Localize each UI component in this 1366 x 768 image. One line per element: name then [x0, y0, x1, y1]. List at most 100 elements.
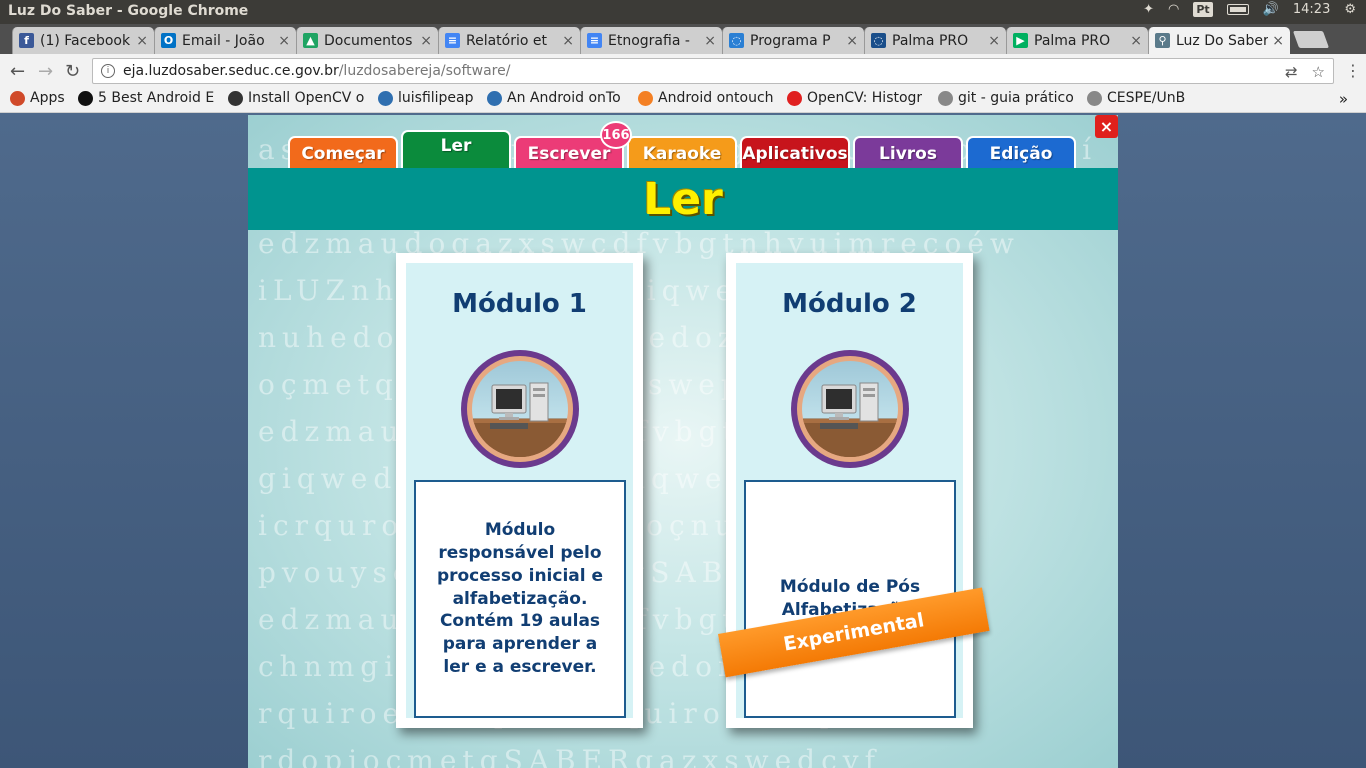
search-icon: ⚲	[1155, 33, 1170, 48]
keyboard-layout-indicator[interactable]: Pt	[1193, 2, 1213, 17]
battery-icon[interactable]	[1226, 4, 1249, 15]
bookmark-item[interactable]: luisfilipeap	[378, 90, 474, 106]
browser-tab-label: Programa P	[750, 32, 831, 49]
docs-icon: ≡	[445, 33, 460, 48]
bookmark-label: luisfilipeap	[398, 90, 474, 106]
tab-close-icon[interactable]: ×	[1130, 33, 1142, 49]
bookmark-item[interactable]: OpenCV: Histogr	[787, 90, 922, 106]
browser-tab[interactable]: O Email - João ×	[154, 27, 296, 54]
section-title: Ler	[643, 173, 723, 225]
browser-tab[interactable]: ≡ Etnografia - ×	[580, 27, 722, 54]
browser-tab[interactable]: ▶ Palma PRO ×	[1006, 27, 1148, 54]
bookmark-label: CESPE/UnB	[1107, 90, 1186, 106]
outlook-icon: O	[161, 33, 176, 48]
wifi-icon[interactable]: ◠	[1168, 2, 1179, 17]
module-1-description: Módulo responsável pelo processo inicial…	[414, 480, 626, 718]
bookmark-item[interactable]: An Android onTo	[487, 90, 621, 106]
browser-tab[interactable]: ⚲ Luz Do Saber ×	[1148, 27, 1290, 54]
play-store-icon: ▶	[1013, 33, 1028, 48]
site-info-icon[interactable]: i	[101, 64, 115, 78]
tab-close-icon[interactable]: ×	[420, 33, 432, 49]
tab-close-icon[interactable]: ×	[278, 33, 290, 49]
bookmark-label: OpenCV: Histogr	[807, 90, 923, 106]
notification-badge: 166	[600, 121, 632, 149]
tab-close-icon[interactable]: ×	[846, 33, 858, 49]
app-tab-label: Aplicativos	[742, 144, 848, 164]
close-button[interactable]: ×	[1095, 115, 1118, 138]
browser-toolbar: ← → ↻ i eja.luzdosaber.seduc.ce.gov.br/l…	[0, 54, 1366, 88]
module-1-title: Módulo 1	[452, 289, 587, 319]
loading-icon: ◌	[871, 33, 886, 48]
window-title: Luz Do Saber - Google Chrome	[8, 3, 249, 19]
reload-icon[interactable]: ↻	[65, 61, 80, 82]
browser-tab-label: Email - João	[182, 32, 265, 49]
bookmark-star-icon[interactable]: ☆	[1312, 63, 1325, 81]
app-tab-label: Karaoke	[642, 144, 722, 164]
app-tab-label: Ler	[440, 136, 472, 156]
loading-icon: ◌	[729, 33, 744, 48]
browser-tab[interactable]: ◌ Palma PRO ×	[864, 27, 1006, 54]
browser-tab-label: Etnografia -	[608, 32, 690, 49]
app-tab[interactable]: Começar	[288, 136, 398, 169]
module-1-card[interactable]: Módulo 1 Módulo responsável pelo process…	[396, 253, 643, 728]
browser-tab-label: Palma PRO	[892, 32, 969, 49]
clock[interactable]: 14:23	[1293, 2, 1330, 17]
app-tab-label: Edição	[989, 144, 1053, 164]
computer-icon	[791, 350, 909, 468]
browser-tab-strip: f (1) Facebook × O Email - João × ▲ Documentos ×…	[0, 24, 1366, 54]
browser-tab[interactable]: ▲ Documentos ×	[296, 27, 438, 54]
url-host: eja.luzdosaber.seduc.ce.gov.br	[123, 63, 339, 79]
app-tab[interactable]: Edição	[966, 136, 1076, 169]
bookmarks-bar: » Apps 5 Best Android E Install OpenCV o lu…	[0, 88, 1366, 113]
browser-tab[interactable]: ≡ Relatório et ×	[438, 27, 580, 54]
bookmark-item[interactable]: Apps	[10, 90, 65, 106]
new-tab-button[interactable]	[1292, 31, 1330, 48]
bookmark-label: Android ontouch	[658, 90, 774, 106]
page-icon	[938, 90, 953, 106]
browser-tab[interactable]: ◌ Programa P ×	[722, 27, 864, 54]
address-bar[interactable]: i eja.luzdosaber.seduc.ce.gov.br/luzdosa…	[92, 58, 1334, 84]
app-tab[interactable]: Karaoke	[627, 136, 737, 169]
page-icon	[378, 90, 393, 106]
browser-tab-label: (1) Facebook	[40, 32, 131, 49]
docs-icon: ≡	[587, 33, 602, 48]
section-banner: Ler	[248, 168, 1118, 230]
tab-close-icon[interactable]: ×	[1272, 33, 1284, 49]
g-icon	[78, 90, 93, 106]
tab-close-icon[interactable]: ×	[988, 33, 1000, 49]
bookmark-label: git - guia prático	[958, 90, 1074, 106]
forward-arrow-icon[interactable]: →	[38, 61, 53, 82]
bookmark-item[interactable]: 5 Best Android E	[78, 90, 214, 106]
app-tab[interactable]: Ler	[401, 130, 511, 169]
bookmark-icon	[228, 90, 243, 106]
translate-icon[interactable]: ⇄	[1285, 63, 1298, 81]
bookmark-label: 5 Best Android E	[98, 90, 215, 106]
bookmark-item[interactable]: Install OpenCV o	[228, 90, 364, 106]
volume-icon[interactable]: 🔊	[1263, 2, 1279, 17]
tab-close-icon[interactable]: ×	[562, 33, 574, 49]
browser-tab[interactable]: f (1) Facebook ×	[12, 27, 154, 54]
browser-menu-icon[interactable]: ⋮	[1345, 61, 1361, 80]
bookmark-item[interactable]: git - guia prático	[938, 90, 1074, 106]
module-1-card-inner: Módulo 1 Módulo responsável pelo process…	[406, 263, 633, 718]
browser-tab-label: Palma PRO	[1034, 32, 1111, 49]
a-icon	[487, 90, 502, 106]
back-arrow-icon[interactable]: ←	[10, 61, 25, 82]
tab-close-icon[interactable]: ×	[136, 33, 148, 49]
system-tray: ✦ ◠ Pt 🔊 14:23 ⚙	[1143, 2, 1356, 17]
browser-tab-label: Relatório et	[466, 32, 547, 49]
bookmark-item[interactable]: CESPE/UnB	[1087, 90, 1185, 106]
luz-do-saber-app: aslcmmtqqazxswedcvfrtgbnhyujmkiolpçáéíçm…	[248, 115, 1118, 768]
app-tab[interactable]: Aplicativos	[740, 136, 850, 169]
dropbox-icon[interactable]: ✦	[1143, 2, 1154, 17]
more-bookmarks-icon[interactable]: »	[1339, 90, 1348, 108]
app-tab[interactable]: Livros	[853, 136, 963, 169]
tab-close-icon[interactable]: ×	[704, 33, 716, 49]
settings-gear-icon[interactable]: ⚙	[1344, 2, 1356, 17]
background-letter-row: rdopjoçmetqSABERqazxswedcvf	[258, 744, 881, 768]
os-top-bar: Luz Do Saber - Google Chrome ✦ ◠ Pt 🔊 14…	[0, 0, 1366, 24]
browser-tab-label: Luz Do Saber	[1176, 32, 1269, 49]
stack-icon	[638, 90, 653, 106]
bookmark-item[interactable]: Android ontouch	[638, 90, 774, 106]
url-path: /luzdosabereja/software/	[338, 63, 511, 79]
